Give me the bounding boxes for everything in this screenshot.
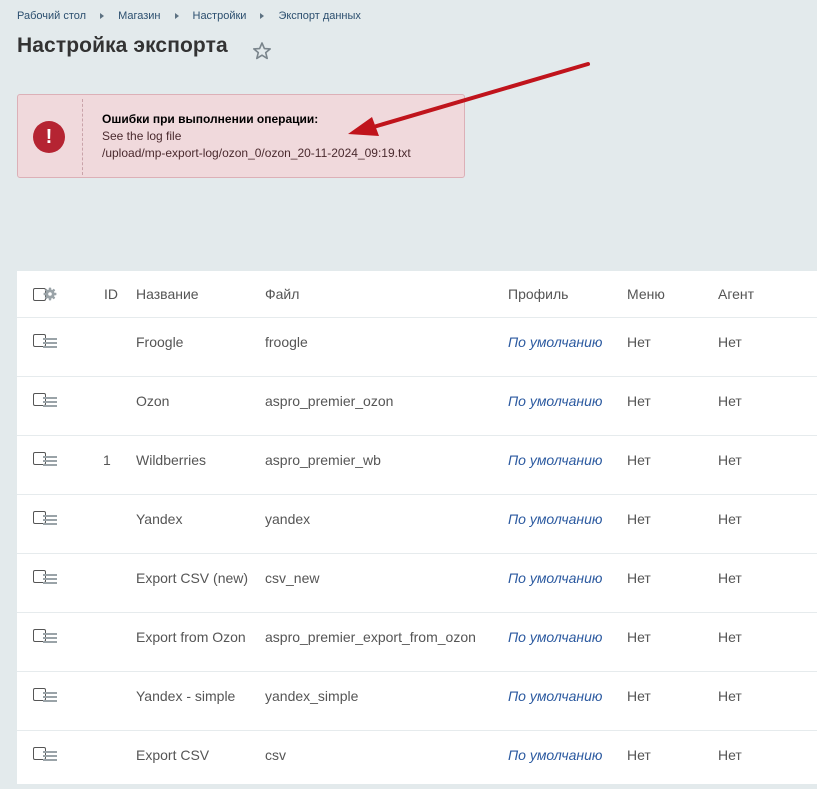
cell-file: aspro_premier_ozon bbox=[265, 377, 508, 436]
drag-handle-icon[interactable] bbox=[43, 633, 57, 645]
cell-name: Ozon bbox=[136, 377, 265, 436]
export-profiles-table: ID Название Файл Профиль Меню Агент Froo… bbox=[17, 271, 817, 784]
cell-id bbox=[103, 554, 136, 613]
breadcrumb-shop[interactable]: Магазин bbox=[118, 10, 160, 22]
drag-handle-icon[interactable] bbox=[43, 338, 57, 350]
breadcrumb-settings[interactable]: Настройки bbox=[193, 10, 247, 22]
table-row[interactable]: Yandex yandex По умолчанию Нет Нет bbox=[17, 495, 817, 554]
cell-file: yandex bbox=[265, 495, 508, 554]
cell-file: aspro_premier_wb bbox=[265, 436, 508, 495]
drag-handle-icon[interactable] bbox=[43, 515, 57, 527]
cell-agent: Нет bbox=[718, 436, 817, 495]
cell-menu: Нет bbox=[627, 377, 718, 436]
cell-agent: Нет bbox=[718, 318, 817, 377]
alert-message: Ошибки при выполнении операции: See the … bbox=[102, 111, 411, 162]
cell-menu: Нет bbox=[627, 495, 718, 554]
table-row[interactable]: Ozon aspro_premier_ozon По умолчанию Нет… bbox=[17, 377, 817, 436]
table-header: ID Название Файл Профиль Меню Агент bbox=[17, 271, 817, 318]
cell-agent: Нет bbox=[718, 377, 817, 436]
cell-agent: Нет bbox=[718, 672, 817, 731]
cell-menu: Нет bbox=[627, 436, 718, 495]
column-profile[interactable]: Профиль bbox=[508, 271, 627, 318]
cell-menu: Нет bbox=[627, 613, 718, 672]
alert-title: Ошибки при выполнении операции: bbox=[102, 111, 411, 128]
cell-name: Export CSV bbox=[136, 731, 265, 789]
table-row[interactable]: Export CSV (new) csv_new По умолчанию Не… bbox=[17, 554, 817, 613]
column-menu[interactable]: Меню bbox=[627, 271, 718, 318]
cell-name: Wildberries bbox=[136, 436, 265, 495]
column-id[interactable]: ID bbox=[103, 271, 136, 318]
profile-link[interactable]: По умолчанию bbox=[508, 747, 602, 763]
profile-link[interactable]: По умолчанию bbox=[508, 570, 602, 586]
table-row[interactable]: Froogle froogle По умолчанию Нет Нет bbox=[17, 318, 817, 377]
breadcrumb-separator-icon bbox=[260, 13, 264, 19]
error-alert: ! Ошибки при выполнении операции: See th… bbox=[17, 94, 465, 178]
cell-name: Export CSV (new) bbox=[136, 554, 265, 613]
profile-link[interactable]: По умолчанию bbox=[508, 511, 602, 527]
cell-id bbox=[103, 672, 136, 731]
profile-link[interactable]: По умолчанию bbox=[508, 452, 602, 468]
table-row[interactable]: Export from Ozon aspro_premier_export_fr… bbox=[17, 613, 817, 672]
column-agent[interactable]: Агент bbox=[718, 271, 817, 318]
star-icon[interactable] bbox=[252, 41, 272, 61]
profile-link[interactable]: По умолчанию bbox=[508, 334, 602, 350]
error-icon: ! bbox=[33, 121, 65, 153]
drag-handle-icon[interactable] bbox=[43, 692, 57, 704]
alert-divider bbox=[82, 99, 83, 175]
table-row[interactable]: Export CSV csv По умолчанию Нет Нет bbox=[17, 731, 817, 789]
cell-id: 1 bbox=[103, 436, 136, 495]
breadcrumb-separator-icon bbox=[175, 13, 179, 19]
page-title: Настройка экспорта bbox=[17, 34, 228, 58]
cell-agent: Нет bbox=[718, 495, 817, 554]
cell-agent: Нет bbox=[718, 613, 817, 672]
drag-handle-icon[interactable] bbox=[43, 456, 57, 468]
cell-agent: Нет bbox=[718, 731, 817, 789]
table-row[interactable]: Yandex - simple yandex_simple По умолчан… bbox=[17, 672, 817, 731]
cell-file: csv_new bbox=[265, 554, 508, 613]
cell-file: froogle bbox=[265, 318, 508, 377]
gear-icon[interactable] bbox=[43, 287, 57, 301]
column-name[interactable]: Название bbox=[136, 271, 265, 318]
cell-file: csv bbox=[265, 731, 508, 789]
cell-menu: Нет bbox=[627, 554, 718, 613]
cell-file: yandex_simple bbox=[265, 672, 508, 731]
breadcrumb-data-export[interactable]: Экспорт данных bbox=[278, 10, 360, 22]
alert-log-path: /upload/mp-export-log/ozon_0/ozon_20-11-… bbox=[102, 145, 411, 162]
drag-handle-icon[interactable] bbox=[43, 397, 57, 409]
breadcrumb-separator-icon bbox=[100, 13, 104, 19]
column-file[interactable]: Файл bbox=[265, 271, 508, 318]
drag-handle-icon[interactable] bbox=[43, 574, 57, 586]
cell-name: Export from Ozon bbox=[136, 613, 265, 672]
cell-name: Yandex bbox=[136, 495, 265, 554]
profile-link[interactable]: По умолчанию bbox=[508, 688, 602, 704]
cell-id bbox=[103, 613, 136, 672]
cell-id bbox=[103, 731, 136, 789]
cell-id bbox=[103, 495, 136, 554]
cell-name: Froogle bbox=[136, 318, 265, 377]
alert-log-text: See the log file bbox=[102, 128, 411, 145]
cell-name: Yandex - simple bbox=[136, 672, 265, 731]
cell-menu: Нет bbox=[627, 672, 718, 731]
cell-menu: Нет bbox=[627, 731, 718, 789]
profile-link[interactable]: По умолчанию bbox=[508, 629, 602, 645]
cell-agent: Нет bbox=[718, 554, 817, 613]
cell-id bbox=[103, 377, 136, 436]
cell-file: aspro_premier_export_from_ozon bbox=[265, 613, 508, 672]
cell-id bbox=[103, 318, 136, 377]
cell-menu: Нет bbox=[627, 318, 718, 377]
breadcrumb-desktop[interactable]: Рабочий стол bbox=[17, 10, 86, 22]
drag-handle-icon[interactable] bbox=[43, 751, 57, 763]
breadcrumb: Рабочий стол Магазин Настройки Экспорт д… bbox=[17, 8, 361, 24]
profile-link[interactable]: По умолчанию bbox=[508, 393, 602, 409]
table-row[interactable]: 1 Wildberries aspro_premier_wb По умолча… bbox=[17, 436, 817, 495]
